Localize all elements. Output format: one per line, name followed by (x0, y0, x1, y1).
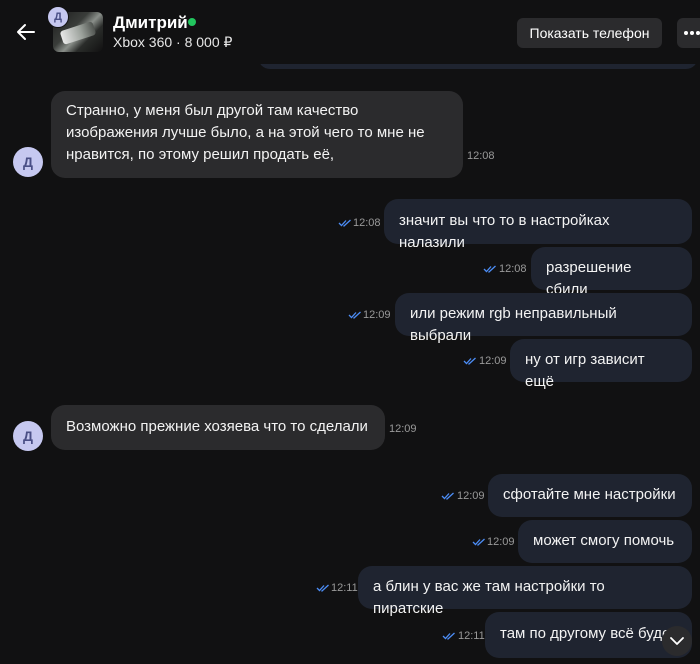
incoming-message: Возможно прежние хозяева что то сделали (51, 405, 385, 450)
message-time: 12:09 (487, 536, 515, 548)
more-options-button[interactable] (677, 18, 700, 48)
outgoing-message: или режим rgb неправильный выбрали (395, 293, 692, 344)
message-time: 12:08 (353, 217, 381, 229)
outgoing-message: там по другому всё буде (485, 612, 692, 658)
message-text: значит вы что то в настройках налазили (399, 212, 610, 251)
message-time: 12:11 (458, 630, 485, 642)
outgoing-message: ну от игр зависит ещё (510, 339, 692, 390)
outgoing-message: а блин у вас же там настройки то пиратск… (358, 566, 692, 617)
show-phone-button[interactable]: Показать телефон (517, 18, 662, 48)
message-time: 12:08 (499, 263, 527, 275)
chat-header: Д Дмитрий Xbox 360 · 8 000 ₽ Показать те… (0, 0, 700, 64)
double-check-icon (316, 584, 329, 592)
message-text: ну от игр зависит ещё (525, 351, 645, 390)
scroll-to-bottom-button[interactable] (662, 626, 692, 656)
outgoing-message: может смогу помочь (518, 520, 692, 563)
message-text: там по другому всё буде (500, 625, 671, 642)
outgoing-message: значит вы что то в настройках налазили (384, 199, 692, 251)
message-time: 12:08 (467, 150, 495, 162)
incoming-message: Странно, у меня был другой там качество … (51, 91, 463, 178)
online-status-indicator (188, 18, 196, 26)
contact-name[interactable]: Дмитрий (113, 13, 188, 33)
outgoing-message: разрешение сбили (531, 247, 692, 298)
message-text: сфотайте мне настройки (503, 486, 676, 503)
double-check-icon (348, 311, 361, 319)
message-time: 12:09 (457, 490, 485, 502)
message-text: Странно, у меня был другой там качество … (66, 102, 425, 163)
message-time: 12:11 (331, 582, 358, 594)
back-button[interactable] (14, 20, 38, 44)
double-check-icon (483, 265, 496, 273)
double-check-icon (338, 219, 351, 227)
message-text: может смогу помочь (533, 532, 675, 549)
listing-thumbnail[interactable]: Д (47, 6, 103, 52)
double-check-icon (441, 492, 454, 500)
message-time: 12:09 (479, 355, 507, 367)
sender-avatar[interactable]: Д (13, 421, 43, 451)
double-check-icon (472, 538, 485, 546)
outgoing-message: сфотайте мне настройки (488, 474, 692, 517)
message-time: 12:09 (389, 423, 417, 435)
sender-avatar[interactable]: Д (13, 147, 43, 177)
double-check-icon (442, 632, 455, 640)
message-text: Возможно прежние хозяева что то сделали (66, 418, 368, 435)
message-time: 12:09 (363, 309, 391, 321)
chevron-down-icon (670, 637, 684, 645)
contact-avatar-small: Д (47, 6, 69, 28)
listing-title-price[interactable]: Xbox 360 · 8 000 ₽ (113, 34, 232, 51)
double-check-icon (463, 357, 476, 365)
more-horizontal-icon (684, 31, 700, 35)
arrow-left-icon (17, 24, 35, 40)
